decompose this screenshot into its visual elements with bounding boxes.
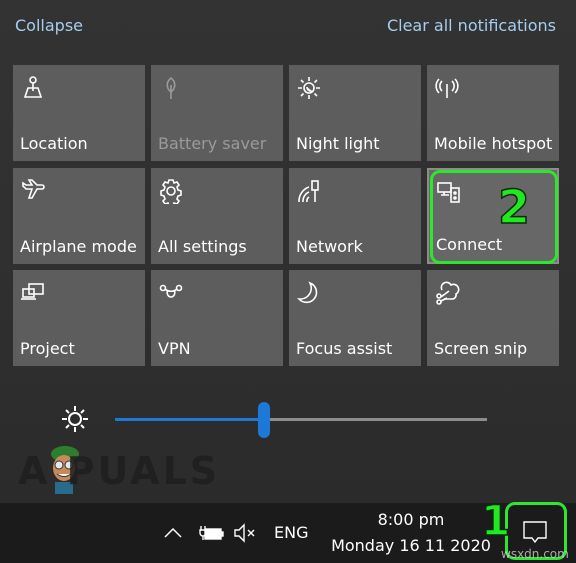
network-icon <box>298 180 319 203</box>
quick-action-network[interactable]: Network <box>289 168 421 264</box>
brightness-track[interactable] <box>115 402 487 438</box>
connect-icon <box>437 182 460 203</box>
quick-action-project[interactable]: Project <box>13 270 145 366</box>
leaf-icon <box>166 76 176 99</box>
tile-label: Connect <box>436 235 503 254</box>
clear-all-notifications-link[interactable]: Clear all notifications <box>387 16 556 35</box>
brightness-slider[interactable] <box>60 400 500 440</box>
quick-action-battery-saver[interactable]: Battery saver <box>151 65 283 161</box>
tile-label: Location <box>20 134 88 153</box>
screen-snip-icon <box>436 281 460 305</box>
quick-action-vpn[interactable]: VPN <box>151 270 283 366</box>
action-center-icon <box>523 521 547 544</box>
tile-label: Airplane mode <box>20 237 137 256</box>
location-icon <box>23 76 43 98</box>
chevron-up-icon[interactable] <box>163 523 183 543</box>
quick-action-night-light[interactable]: Night light <box>289 65 421 161</box>
tile-label: Project <box>20 339 75 358</box>
quick-action-location[interactable]: Location <box>13 65 145 161</box>
tile-label: VPN <box>158 339 191 358</box>
action-center-panel: Collapse Clear all notifications Locatio… <box>0 0 576 503</box>
quick-action-all-settings[interactable]: All settings <box>151 168 283 264</box>
battery-charging-icon[interactable] <box>198 523 224 543</box>
clock-time: 8:00 pm <box>377 510 445 529</box>
brightness-fill <box>115 418 264 421</box>
tile-label: Night light <box>296 134 380 153</box>
brightness-icon <box>62 406 88 432</box>
tile-label: Screen snip <box>434 339 528 358</box>
collapse-link[interactable]: Collapse <box>15 16 83 35</box>
wsxdn-watermark: wsxdn.com <box>501 547 569 561</box>
tile-label: Battery saver <box>158 134 267 153</box>
quick-action-screen-snip[interactable]: Screen snip <box>427 270 559 366</box>
volume-muted-icon[interactable] <box>233 523 257 543</box>
tile-label: Network <box>296 237 363 256</box>
vpn-icon <box>159 284 183 298</box>
brightness-thumb[interactable] <box>257 402 270 438</box>
moon-icon <box>297 281 318 304</box>
clock[interactable]: 8:00 pm Monday 16 11 2020 <box>326 507 496 559</box>
project-icon <box>21 283 44 300</box>
tile-label: Mobile hotspot <box>434 134 553 153</box>
quick-action-focus-assist[interactable]: Focus assist <box>289 270 421 366</box>
clock-date: Monday 16 11 2020 <box>331 536 491 555</box>
hotspot-icon <box>435 78 459 98</box>
taskbar: ENG 8:00 pm Monday 16 11 2020 <box>0 503 576 563</box>
tile-label: Focus assist <box>296 339 393 358</box>
quick-action-airplane-mode[interactable]: Airplane mode <box>13 168 145 264</box>
night-light-icon <box>298 77 320 99</box>
quick-action-mobile-hotspot[interactable]: Mobile hotspot <box>427 65 559 161</box>
quick-action-connect[interactable]: Connect <box>427 168 559 264</box>
tile-label: All settings <box>158 237 247 256</box>
gear-icon <box>160 179 182 204</box>
appuals-watermark: A PUALS <box>18 449 221 493</box>
language-indicator[interactable]: ENG <box>274 523 308 542</box>
airplane-icon <box>22 179 45 199</box>
